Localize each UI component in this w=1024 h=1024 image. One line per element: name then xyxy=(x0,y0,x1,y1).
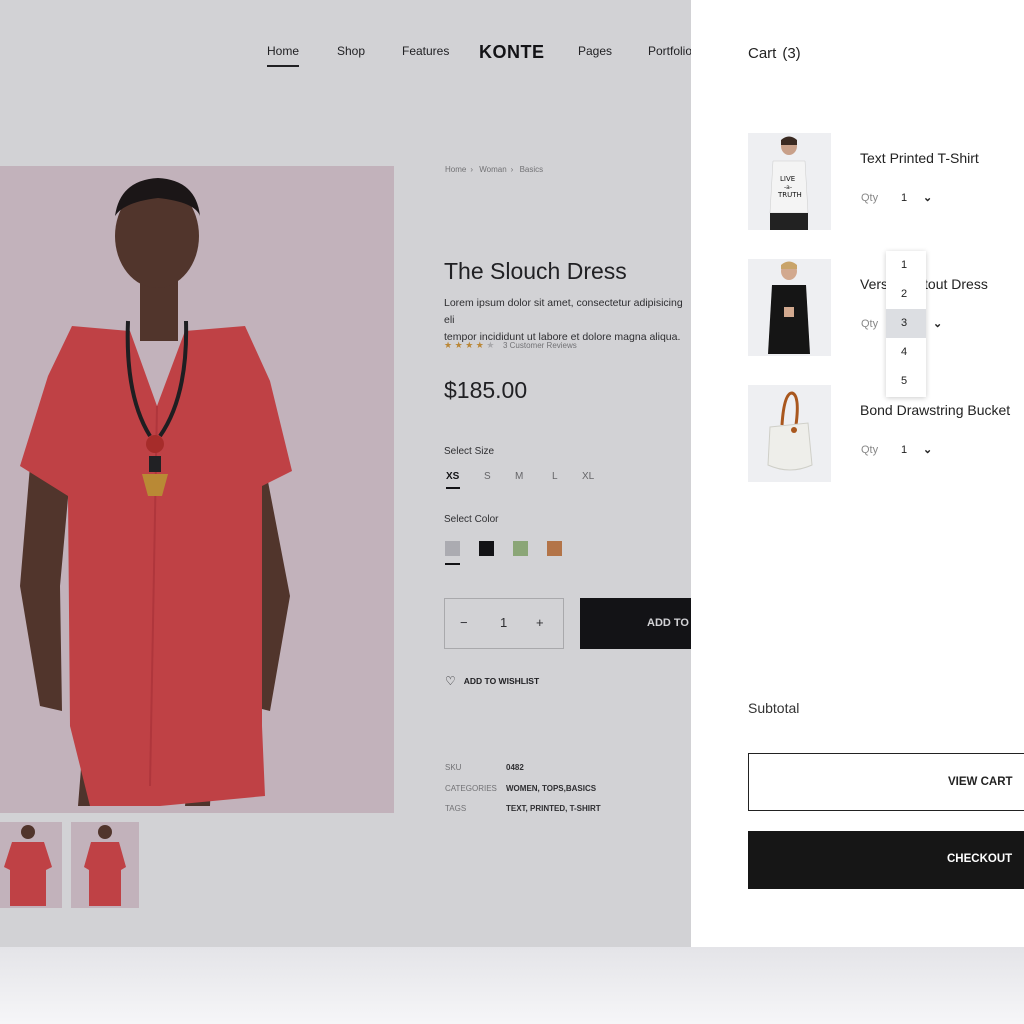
svg-text:LIVE: LIVE xyxy=(780,175,795,183)
cart-item-image[interactable] xyxy=(748,259,831,356)
page-dim-overlay[interactable] xyxy=(0,0,691,947)
cart-title: Cart (3) xyxy=(748,45,801,62)
qty-label: Qty xyxy=(861,318,879,330)
chevron-down-icon[interactable]: ⌄ xyxy=(923,191,932,204)
bucket-bag-image xyxy=(767,391,813,471)
svg-text:TRUTH: TRUTH xyxy=(777,191,802,199)
cart-count: (3) xyxy=(782,45,801,62)
qty-label: Qty xyxy=(861,444,879,456)
cart-item-image[interactable]: LIVE -a- TRUTH xyxy=(748,133,831,230)
cart-title-label: Cart xyxy=(748,45,777,62)
cart-item-name[interactable]: Text Printed T-Shirt xyxy=(860,150,979,166)
cart-item-image[interactable] xyxy=(748,385,831,482)
subtotal-label: Subtotal xyxy=(748,700,800,716)
qty-option-5[interactable]: 5 xyxy=(886,367,926,396)
view-cart-button[interactable]: VIEW CART xyxy=(748,753,1024,811)
qty-dropdown-menu: 1 2 3 4 5 xyxy=(886,251,926,397)
bottom-shadow xyxy=(0,947,1024,1024)
qty-option-1[interactable]: 1 xyxy=(886,251,926,280)
cart-item-name-start: Vers xyxy=(860,276,889,292)
cart-drawer: Cart (3) LIVE -a- TRUTH Text Printed T-Sh… xyxy=(691,0,1024,947)
qty-option-3-selected[interactable]: 3 xyxy=(886,309,926,338)
checkout-button[interactable]: CHECKOUT xyxy=(748,831,1024,889)
dress-model-image xyxy=(768,261,810,354)
qty-option-4[interactable]: 4 xyxy=(886,338,926,367)
chevron-down-icon[interactable]: ⌄ xyxy=(923,443,932,456)
chevron-down-icon[interactable]: ⌄ xyxy=(933,317,942,330)
cart-item-name[interactable]: Bond Drawstring Bucket xyxy=(860,402,1010,418)
tshirt-model-image: LIVE -a- TRUTH xyxy=(769,136,809,230)
qty-label: Qty xyxy=(861,192,879,204)
qty-select[interactable]: 1 xyxy=(901,444,907,456)
screenshot-stage: Home Shop Features KONTE Pages Portfolio xyxy=(0,0,1024,947)
qty-select[interactable]: 1 xyxy=(901,192,907,204)
svg-text:-a-: -a- xyxy=(784,184,792,191)
qty-option-2[interactable]: 2 xyxy=(886,280,926,309)
cart-item-name-end: tout Dress xyxy=(924,276,988,292)
